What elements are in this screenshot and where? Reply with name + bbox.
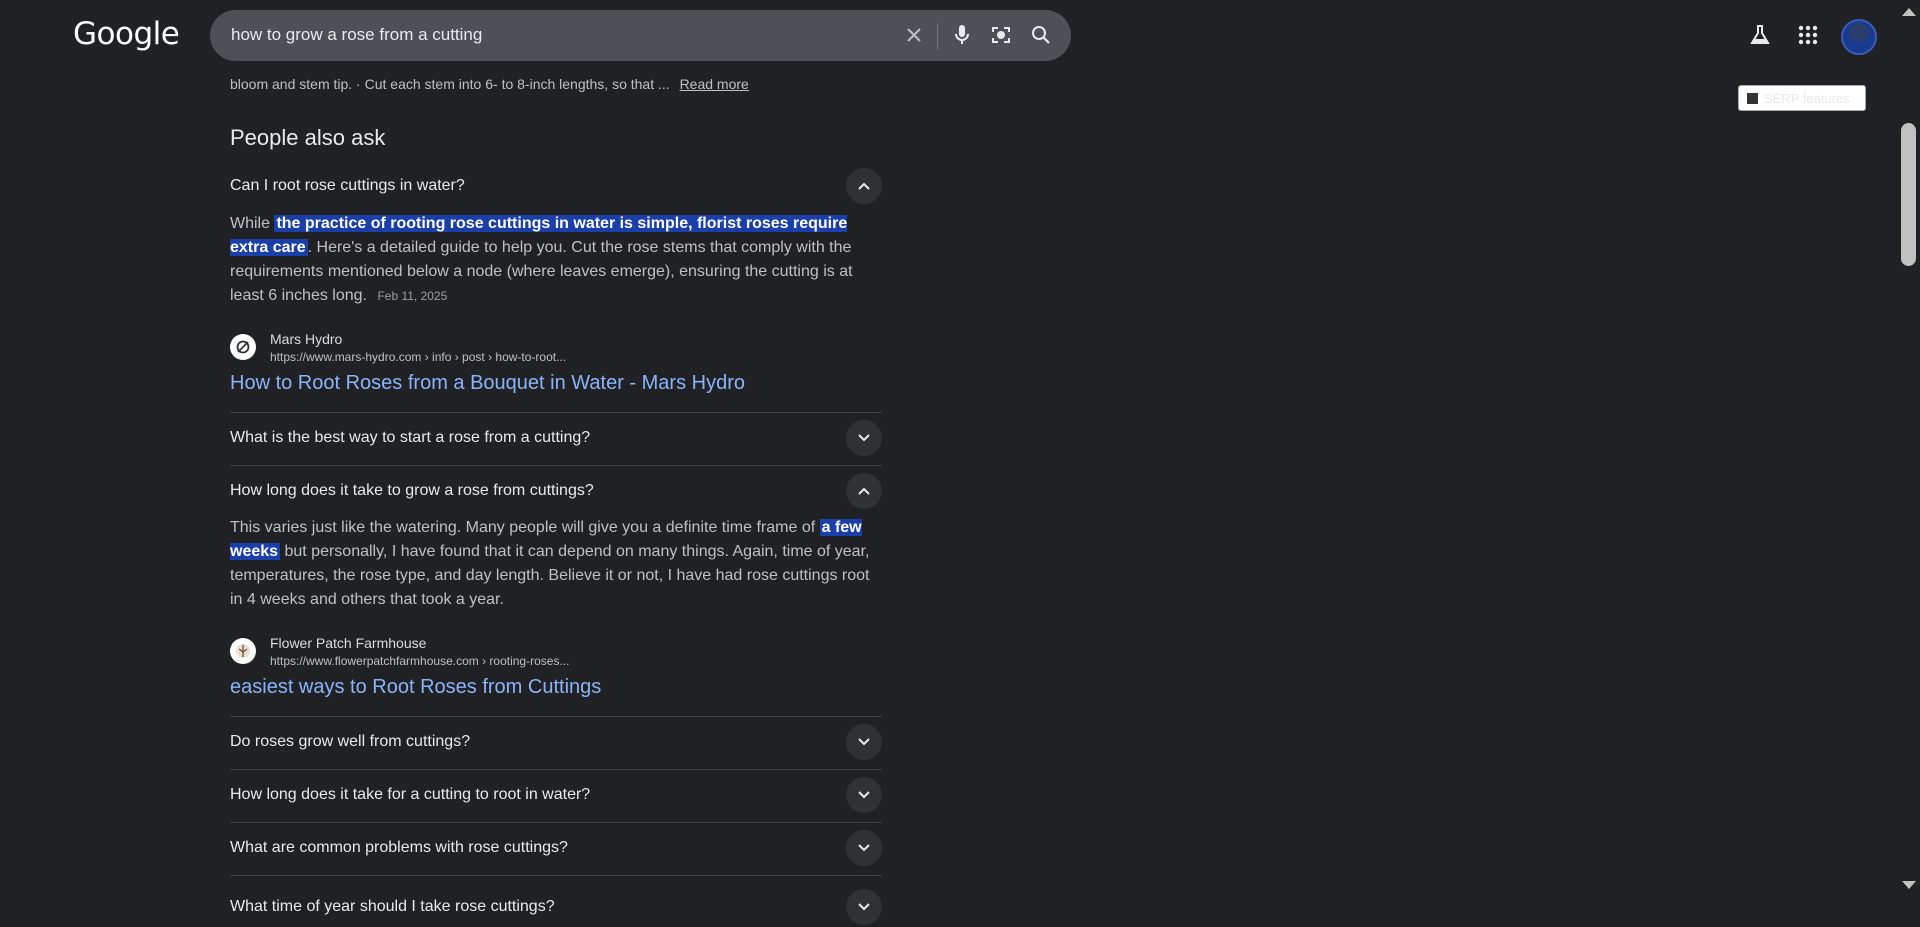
chevron-up-icon[interactable]: [846, 473, 882, 509]
paa-question[interactable]: Can I root rose cuttings in water?: [230, 177, 465, 195]
chevron-down-icon[interactable]: [846, 777, 882, 813]
source-title-link[interactable]: How to Root Roses from a Bouquet in Wate…: [230, 372, 745, 395]
search-box[interactable]: how to grow a rose from a cutting: [210, 10, 1071, 61]
search-input[interactable]: how to grow a rose from a cutting: [231, 25, 482, 45]
source-title-link[interactable]: easiest ways to Root Roses from Cuttings: [230, 676, 601, 699]
chevron-down-icon[interactable]: [846, 830, 882, 866]
paa-question[interactable]: How long does it take to grow a rose fro…: [230, 482, 594, 500]
camera-lens-icon[interactable]: [989, 23, 1013, 47]
header: Google how to grow a rose from a cutting: [0, 0, 1898, 70]
paa-question[interactable]: Do roses grow well from cuttings?: [230, 733, 470, 751]
paa-question[interactable]: What is the best way to start a rose fro…: [230, 429, 590, 447]
scroll-down-arrow-icon[interactable]: [1902, 881, 1916, 889]
apps-grid-icon[interactable]: [1793, 20, 1823, 50]
people-also-ask-title: People also ask: [230, 125, 386, 150]
paa-question-row[interactable]: Do roses grow well from cuttings?: [230, 716, 882, 768]
search-divider: [937, 23, 938, 50]
paa-answer: This varies just like the watering. Many…: [230, 516, 882, 612]
source-url: https://www.flowerpatchfarmhouse.com › r…: [270, 654, 570, 668]
paa-question-row[interactable]: What are common problems with rose cutti…: [230, 822, 882, 874]
paa-question[interactable]: What are common problems with rose cutti…: [230, 839, 568, 857]
serp-features-button[interactable]: SERP features: [1738, 85, 1866, 111]
avatar[interactable]: [1841, 19, 1877, 55]
chevron-down-icon[interactable]: [846, 724, 882, 760]
flower-patch-favicon: [230, 638, 256, 664]
answer-lead: While: [230, 215, 275, 232]
serp-features-label: SERP features: [1764, 90, 1850, 106]
microphone-icon[interactable]: [950, 23, 974, 47]
search-icon[interactable]: [1029, 23, 1053, 47]
logo-text[interactable]: Google: [73, 16, 180, 52]
scroll-up-arrow-icon[interactable]: [1902, 8, 1916, 16]
source-name: Flower Patch Farmhouse: [270, 635, 427, 651]
source-url: https://www.mars-hydro.com › info › post…: [270, 350, 567, 364]
scrollbar-thumb[interactable]: [1901, 123, 1916, 266]
source-name: Mars Hydro: [270, 331, 343, 347]
close-icon[interactable]: [902, 23, 926, 47]
square-icon: [1747, 92, 1758, 104]
answer-date: Feb 11, 2025: [377, 289, 448, 303]
chevron-down-icon[interactable]: [846, 420, 882, 456]
paa-question-row[interactable]: What is the best way to start a rose fro…: [230, 412, 882, 464]
result-snippet: bloom and stem tip. · Cut each stem into…: [230, 76, 749, 92]
google-logo[interactable]: Google: [73, 16, 180, 52]
paa-question-row[interactable]: How long does it take to grow a rose fro…: [230, 465, 882, 517]
paa-question-row[interactable]: What time of year should I take rose cut…: [230, 875, 882, 927]
snippet-text: bloom and stem tip. · Cut each stem into…: [230, 76, 670, 92]
paa-answer: While the practice of rooting rose cutti…: [230, 212, 882, 308]
chevron-up-icon[interactable]: [846, 168, 882, 204]
paa-question-row[interactable]: How long does it take for a cutting to r…: [230, 769, 882, 821]
mars-hydro-favicon: [230, 334, 256, 360]
flask-icon[interactable]: [1745, 20, 1775, 50]
read-more-link[interactable]: Read more: [680, 76, 749, 92]
chevron-down-icon[interactable]: [846, 889, 882, 925]
paa-question[interactable]: How long does it take for a cutting to r…: [230, 786, 590, 804]
answer-lead: This varies just like the watering. Many…: [230, 519, 820, 536]
answer-rest: . Here's a detailed guide to help you. C…: [230, 239, 853, 304]
answer-rest: but personally, I have found that it can…: [230, 543, 870, 608]
paa-question-row[interactable]: Can I root rose cuttings in water?: [230, 160, 882, 212]
paa-question[interactable]: What time of year should I take rose cut…: [230, 898, 555, 916]
